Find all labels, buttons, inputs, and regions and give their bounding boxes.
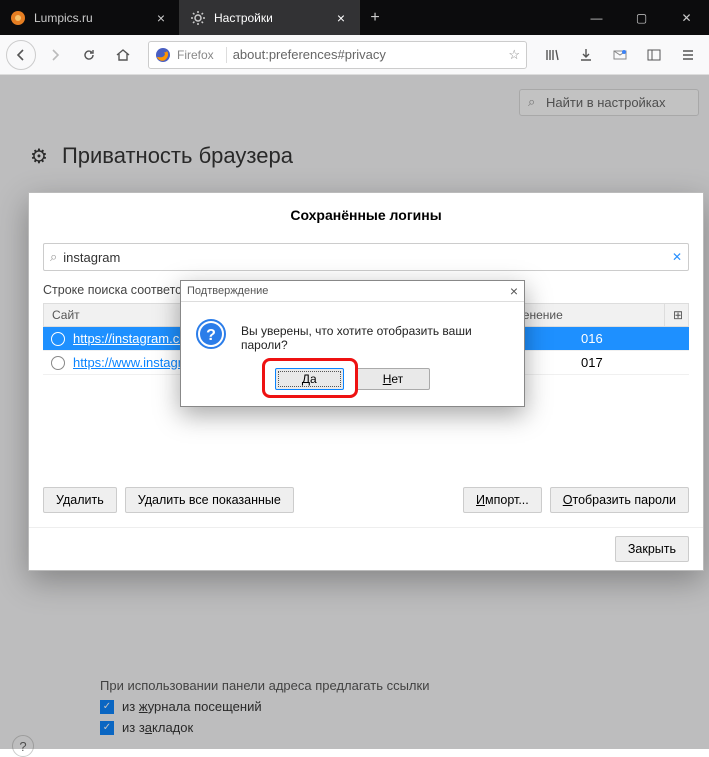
- favicon-lumpics: [10, 10, 26, 26]
- separator: [226, 47, 227, 63]
- minimize-button[interactable]: —: [574, 0, 619, 35]
- back-button[interactable]: [6, 40, 36, 70]
- library-icon[interactable]: [537, 40, 567, 70]
- new-tab-button[interactable]: +: [360, 0, 390, 35]
- tab-label: Lumpics.ru: [34, 11, 93, 25]
- gear-icon: [190, 10, 206, 26]
- question-icon: ?: [195, 318, 227, 350]
- logins-search[interactable]: ⌕ instagram ✕: [43, 243, 689, 271]
- delete-button[interactable]: Удалить: [43, 487, 117, 513]
- modified-cell: 017: [581, 355, 681, 370]
- close-icon[interactable]: ×: [153, 10, 169, 26]
- reload-button[interactable]: [74, 40, 104, 70]
- col-config-icon[interactable]: ⊞: [664, 304, 688, 326]
- modified-cell: 016: [581, 331, 681, 346]
- confirm-dialog: Подтверждение × ? Вы уверены, что хотите…: [180, 280, 525, 407]
- firefox-icon: [155, 47, 171, 63]
- tab-label: Настройки: [214, 11, 273, 25]
- bookmark-star-icon[interactable]: ☆: [508, 47, 520, 63]
- no-button[interactable]: Нет: [356, 368, 430, 390]
- close-icon[interactable]: ×: [333, 10, 349, 26]
- urlbar[interactable]: Firefox about:preferences#privacy ☆: [148, 41, 527, 69]
- globe-icon: [51, 356, 65, 370]
- window-controls: — ▢ ✕: [574, 0, 709, 35]
- svg-text:?: ?: [206, 327, 216, 344]
- search-icon: ⌕: [50, 249, 57, 265]
- menu-button[interactable]: [673, 40, 703, 70]
- dialog-title: Сохранённые логины: [29, 207, 703, 223]
- download-icon[interactable]: [571, 40, 601, 70]
- clear-search-icon[interactable]: ✕: [672, 250, 682, 264]
- titlebar: Lumpics.ru × Настройки × + — ▢ ✕: [0, 0, 709, 35]
- toolbar: Firefox about:preferences#privacy ☆: [0, 35, 709, 75]
- close-button[interactable]: Закрыть: [615, 536, 689, 562]
- tab-settings[interactable]: Настройки ×: [180, 0, 360, 35]
- globe-icon: [51, 332, 65, 346]
- identity-label: Firefox: [177, 48, 214, 62]
- confirm-message: Вы уверены, что хотите отобразить ваши п…: [241, 318, 510, 352]
- mail-icon[interactable]: [605, 40, 635, 70]
- site-link[interactable]: https://instagram.com: [73, 331, 197, 346]
- confirm-titlebar: Подтверждение ×: [181, 281, 524, 302]
- sidebar-icon[interactable]: [639, 40, 669, 70]
- close-window-button[interactable]: ✕: [664, 0, 709, 35]
- forward-button[interactable]: [40, 40, 70, 70]
- dialog-buttons: Удалить Удалить все показанные Импорт...…: [43, 487, 689, 513]
- confirm-title-text: Подтверждение: [187, 285, 268, 297]
- yes-button[interactable]: Да: [275, 368, 344, 390]
- show-passwords-button[interactable]: Отобразить пароли: [550, 487, 689, 513]
- search-value: instagram: [63, 250, 672, 265]
- tab-lumpics[interactable]: Lumpics.ru ×: [0, 0, 180, 35]
- url-text: about:preferences#privacy: [233, 47, 509, 62]
- import-button[interactable]: Импорт...: [463, 487, 542, 513]
- home-button[interactable]: [108, 40, 138, 70]
- maximize-button[interactable]: ▢: [619, 0, 664, 35]
- close-icon[interactable]: ×: [510, 283, 518, 299]
- delete-all-button[interactable]: Удалить все показанные: [125, 487, 294, 513]
